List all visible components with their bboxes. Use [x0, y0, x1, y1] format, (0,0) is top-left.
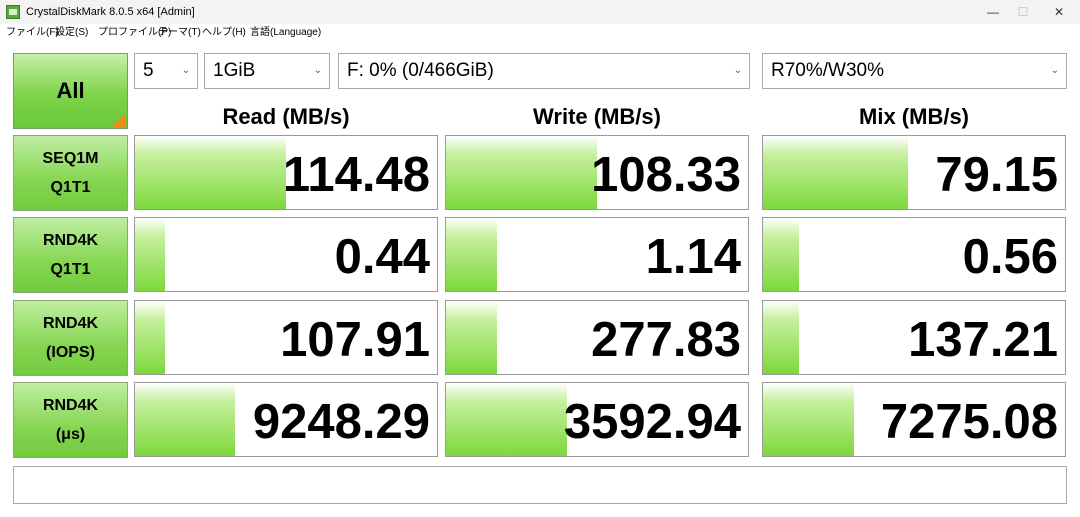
result-bar [135, 301, 166, 374]
result-bar [763, 218, 800, 291]
test-size-select[interactable]: 1GiB ⌄ [204, 53, 330, 89]
result-value: 107.91 [280, 313, 430, 367]
drive-value: F: 0% (0/466GiB) [347, 60, 494, 81]
row-label-line2: Q1T1 [50, 179, 91, 196]
result-value: 0.44 [334, 230, 430, 284]
result-write-cell: 1.14 [445, 217, 749, 292]
result-bar [135, 218, 166, 291]
corner-marker-icon [112, 113, 126, 127]
result-mix-cell: 137.21 [762, 300, 1066, 375]
result-value: 1.14 [645, 230, 741, 284]
result-write-cell: 277.83 [445, 300, 749, 375]
result-bar [763, 301, 800, 374]
chevron-down-icon: ⌄ [733, 65, 742, 76]
result-bar [446, 218, 498, 291]
maximize-button[interactable]: ☐ [1006, 0, 1040, 24]
result-bar [763, 136, 908, 209]
row-label-line2: Q1T1 [50, 261, 91, 278]
result-value: 9248.29 [252, 395, 430, 449]
row-label-line1: RND4K [42, 232, 99, 249]
result-read-cell: 9248.29 [134, 382, 438, 457]
menu-theme[interactable]: テーマ(T) [158, 26, 201, 39]
row-label-line1: RND4K [42, 315, 99, 332]
row-button-seq1m-q1t1[interactable]: SEQ1M Q1T1 [13, 135, 128, 211]
result-bar [446, 136, 597, 209]
all-button[interactable]: All [13, 53, 128, 129]
minimize-button[interactable]: — [976, 0, 1010, 24]
result-mix-cell: 0.56 [762, 217, 1066, 292]
menu-bar: ファイル(F) 設定(S) プロファイル(P) テーマ(T) ヘルプ(H) 言語… [0, 24, 1080, 41]
window-title: CrystalDiskMark 8.0.5 x64 [Admin] [26, 6, 195, 18]
menu-help[interactable]: ヘルプ(H) [202, 26, 246, 39]
result-write-cell: 3592.94 [445, 382, 749, 457]
menu-language[interactable]: 言語(Language) [250, 26, 321, 39]
result-value: 277.83 [591, 313, 741, 367]
status-comment-field[interactable] [13, 466, 1067, 504]
menu-file[interactable]: ファイル(F) [6, 26, 59, 39]
result-mix-cell: 7275.08 [762, 382, 1066, 457]
result-write-cell: 108.33 [445, 135, 749, 210]
result-read-cell: 114.48 [134, 135, 438, 210]
result-value: 7275.08 [880, 395, 1058, 449]
test-size-value: 1GiB [213, 60, 256, 81]
result-bar [446, 301, 498, 374]
row-label-line2: (μs) [55, 426, 86, 443]
result-bar [446, 383, 567, 456]
menu-settings[interactable]: 設定(S) [55, 26, 88, 39]
result-value: 137.21 [908, 313, 1058, 367]
row-label-line2: (IOPS) [46, 344, 95, 361]
test-count-select[interactable]: 5 ⌄ [134, 53, 198, 89]
title-bar: CrystalDiskMark 8.0.5 x64 [Admin] — ☐ ✕ [0, 0, 1080, 24]
row-button-rnd4k-latency[interactable]: RND4K (μs) [13, 382, 128, 458]
chevron-down-icon: ⌄ [1050, 65, 1059, 76]
result-value: 108.33 [591, 148, 741, 202]
all-button-label: All [56, 78, 85, 103]
chevron-down-icon: ⌄ [181, 65, 190, 76]
result-value: 3592.94 [563, 395, 741, 449]
row-label-line1: RND4K [42, 397, 99, 414]
result-value: 79.15 [935, 148, 1058, 202]
result-read-cell: 0.44 [134, 217, 438, 292]
header-read: Read (MB/s) [222, 104, 350, 129]
close-button[interactable]: ✕ [1042, 0, 1076, 24]
mix-ratio-select[interactable]: R70%/W30% ⌄ [762, 53, 1067, 89]
result-value: 114.48 [282, 148, 430, 202]
app-icon [6, 5, 20, 19]
test-count-value: 5 [143, 60, 154, 81]
chevron-down-icon: ⌄ [313, 65, 322, 76]
mix-ratio-value: R70%/W30% [771, 60, 884, 81]
row-label-line1: SEQ1M [42, 150, 99, 167]
drive-select[interactable]: F: 0% (0/466GiB) ⌄ [338, 53, 750, 89]
result-mix-cell: 79.15 [762, 135, 1066, 210]
header-write: Write (MB/s) [533, 104, 661, 129]
result-value: 0.56 [962, 230, 1058, 284]
result-bar [135, 383, 235, 456]
result-bar [135, 136, 286, 209]
result-read-cell: 107.91 [134, 300, 438, 375]
row-button-rnd4k-iops[interactable]: RND4K (IOPS) [13, 300, 128, 376]
row-button-rnd4k-q1t1[interactable]: RND4K Q1T1 [13, 217, 128, 293]
result-bar [763, 383, 854, 456]
header-mix: Mix (MB/s) [859, 104, 969, 129]
